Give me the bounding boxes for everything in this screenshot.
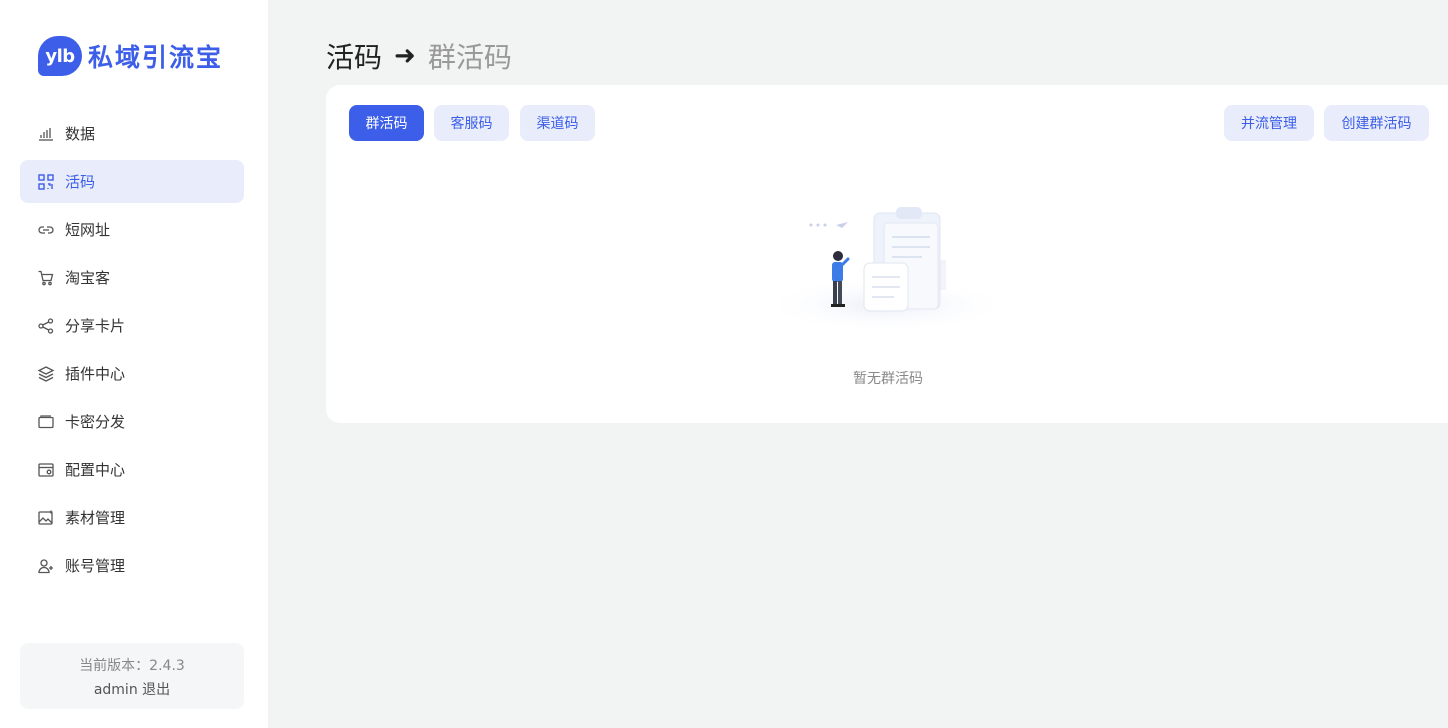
- sidebar-item-label: 插件中心: [65, 365, 126, 383]
- brand-logo[interactable]: ylb 私域引流宝: [38, 36, 223, 76]
- merge-manage-button[interactable]: 并流管理: [1224, 105, 1314, 141]
- sidebar-item-material[interactable]: 素材管理: [20, 496, 244, 539]
- tab-channel-code[interactable]: 渠道码: [520, 105, 595, 141]
- brand-name: 私域引流宝: [88, 43, 224, 72]
- version-panel: 当前版本：2.4.3 admin 退出: [20, 643, 244, 709]
- settings-window-icon: [37, 461, 55, 479]
- create-group-code-button[interactable]: 创建群活码: [1324, 105, 1429, 141]
- logo-badge: ylb: [38, 36, 82, 76]
- user-add-icon: [37, 557, 55, 575]
- sidebar-item-taobaoke[interactable]: 淘宝客: [20, 256, 244, 299]
- username: admin: [93, 682, 138, 698]
- logout-link[interactable]: 退出: [142, 682, 170, 698]
- sidebar-item-label: 淘宝客: [65, 269, 111, 287]
- qrcode-icon: [37, 173, 55, 191]
- share-icon: [37, 317, 55, 335]
- bar-chart-icon: [37, 125, 55, 143]
- sidebar-item-share-card[interactable]: 分享卡片: [20, 304, 244, 347]
- sidebar-item-plugin-center[interactable]: 插件中心: [20, 352, 244, 395]
- tab-group-code[interactable]: 群活码: [349, 105, 424, 141]
- sidebar-item-data[interactable]: 数据: [20, 112, 244, 155]
- user-line: admin 退出: [20, 679, 244, 699]
- arrow-right-icon: ➜: [394, 41, 416, 71]
- breadcrumb: 活码 ➜ 群活码: [326, 36, 512, 76]
- sidebar-nav: 数据 活码 短网址 淘宝客 分享卡片 插件中心 卡密分发 配置中心 素材管理 账…: [20, 112, 244, 592]
- card-icon: [37, 413, 55, 431]
- sidebar-item-label: 活码: [65, 173, 96, 191]
- sidebar-item-label: 卡密分发: [65, 413, 126, 431]
- main-card: 群活码 客服码 渠道码 并流管理 创建群活码 暂无群活码: [326, 85, 1448, 423]
- sidebar: ylb 私域引流宝 数据 活码 短网址 淘宝客 分享卡片 插件中心 卡密分发 配…: [0, 0, 268, 728]
- layers-icon: [37, 365, 55, 383]
- empty-state-text: 暂无群活码: [853, 371, 923, 387]
- sidebar-item-account[interactable]: 账号管理: [20, 544, 244, 587]
- sidebar-item-label: 分享卡片: [65, 317, 126, 335]
- image-icon: [37, 509, 55, 527]
- sidebar-item-label: 数据: [65, 125, 96, 143]
- breadcrumb-current: 群活码: [427, 41, 512, 74]
- sidebar-item-live-code[interactable]: 活码: [20, 160, 244, 203]
- breadcrumb-root[interactable]: 活码: [326, 36, 382, 76]
- sidebar-item-label: 账号管理: [65, 557, 126, 575]
- sidebar-item-label: 素材管理: [65, 509, 126, 527]
- tab-service-code[interactable]: 客服码: [434, 105, 509, 141]
- shopping-cart-icon: [37, 269, 55, 287]
- link-icon: [37, 221, 55, 239]
- sidebar-item-short-url[interactable]: 短网址: [20, 208, 244, 251]
- sidebar-item-card-distribution[interactable]: 卡密分发: [20, 400, 244, 443]
- sidebar-item-config-center[interactable]: 配置中心: [20, 448, 244, 491]
- sidebar-item-label: 短网址: [65, 221, 111, 239]
- empty-state-illustration: [761, 207, 1011, 333]
- sidebar-item-label: 配置中心: [65, 461, 126, 479]
- version-text: 当前版本：2.4.3: [79, 658, 185, 674]
